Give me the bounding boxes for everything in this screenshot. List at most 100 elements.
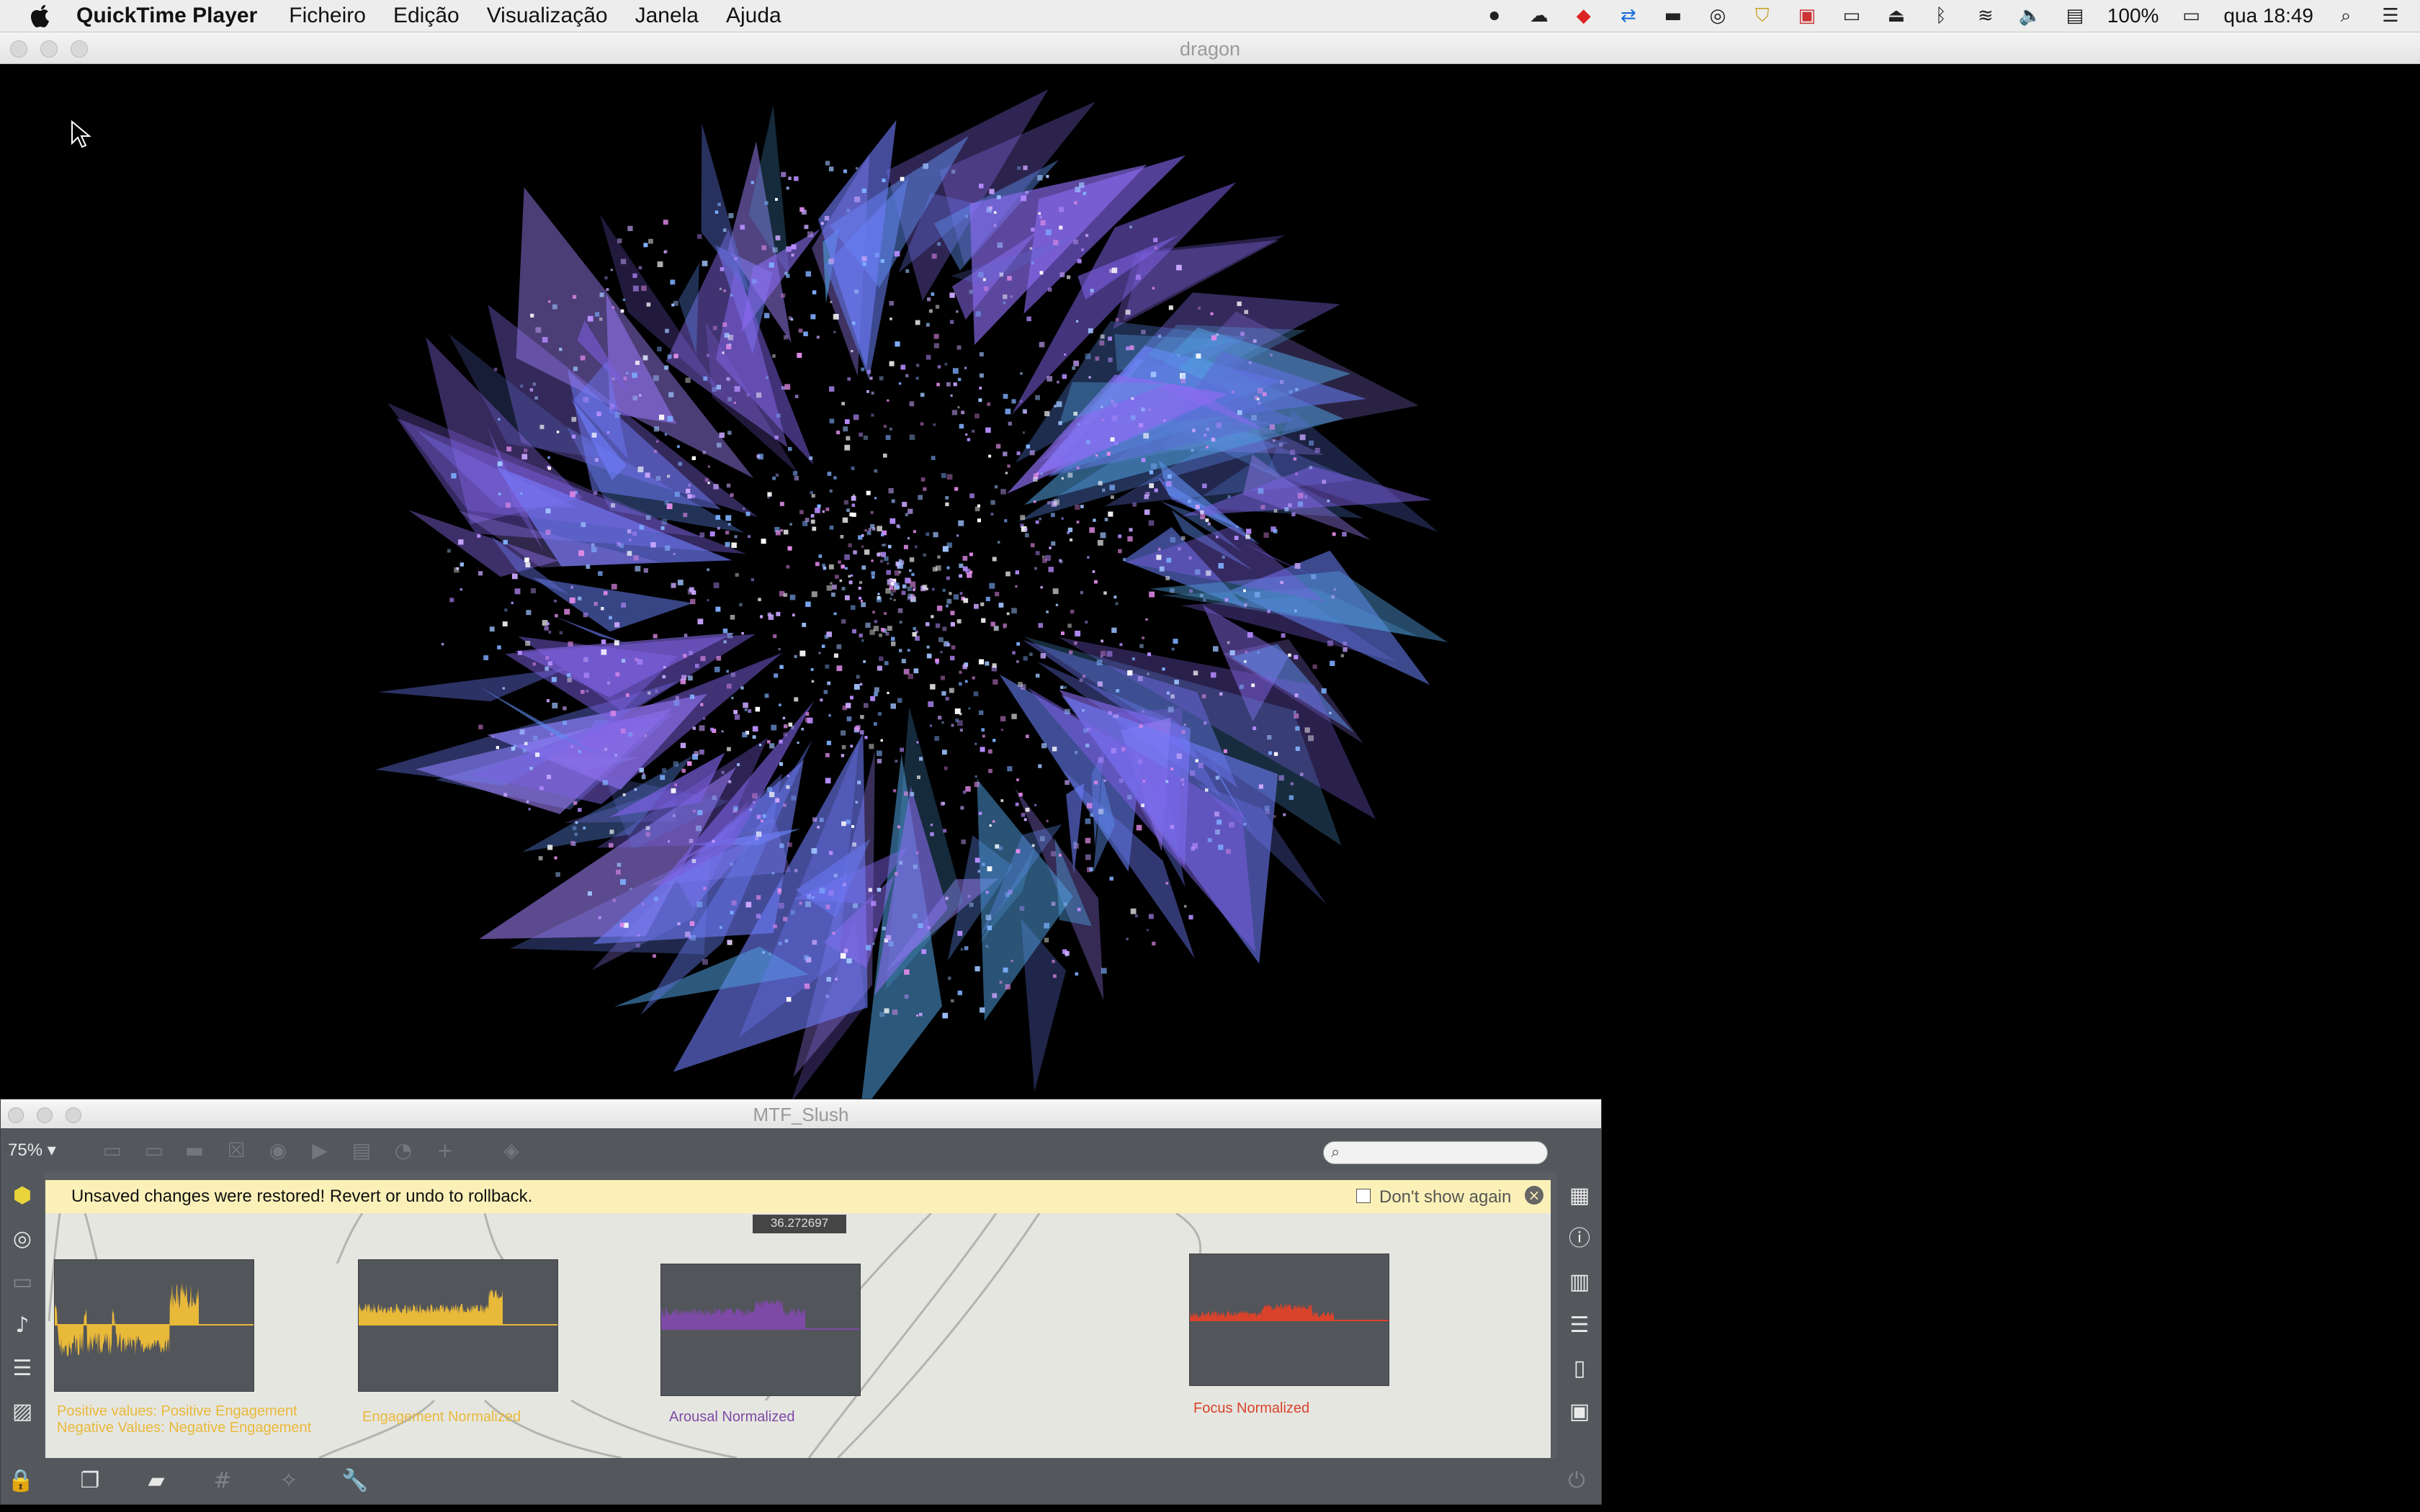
patcher-window: MTF_Slush 75% ▾ ▭ ▭ ▬ ☒ ◉ ▶ ▤ ◔ + ◈ ⌕ ⬢ …: [0, 1099, 1602, 1505]
new-object-icon[interactable]: ▭: [100, 1138, 125, 1163]
particle: [904, 994, 909, 999]
particle: [1245, 651, 1247, 654]
particle: [897, 825, 900, 829]
target-icon[interactable]: ◎: [8, 1225, 37, 1254]
playlist-icon[interactable]: ☰: [8, 1354, 37, 1383]
close-notice-icon[interactable]: ×: [1525, 1186, 1543, 1205]
menu-ficheiro[interactable]: Ficheiro: [289, 4, 366, 28]
battery-bar-icon[interactable]: ▬: [1661, 5, 1685, 27]
spotlight-search-icon[interactable]: ⌕: [2334, 5, 2358, 27]
airplay-icon[interactable]: ⏏: [1884, 5, 1909, 27]
add-object-icon[interactable]: +: [433, 1138, 457, 1163]
particle: [989, 824, 992, 827]
particle: [761, 539, 766, 544]
zoom-dropdown[interactable]: 75% ▾: [8, 1140, 56, 1161]
shield-icon[interactable]: ⛉: [1750, 5, 1775, 27]
magic-wand-icon[interactable]: ✧: [274, 1467, 303, 1495]
scope-engagement-signed[interactable]: [54, 1259, 254, 1392]
video-frame[interactable]: [0, 64, 2420, 1099]
message-box-icon[interactable]: ▭: [142, 1138, 166, 1163]
particle: [653, 954, 656, 958]
lock-icon[interactable]: 🔒: [6, 1467, 35, 1495]
wifi-icon[interactable]: ≋: [1973, 5, 1998, 27]
screen-icon[interactable]: ▭: [1839, 5, 1864, 27]
slider-icon[interactable]: ▤: [349, 1138, 374, 1163]
comment-bubble-icon[interactable]: ▰: [142, 1467, 171, 1495]
dont-show-checkbox[interactable]: [1356, 1189, 1371, 1203]
scope-engagement-normalized[interactable]: [358, 1259, 558, 1392]
particle: [861, 188, 866, 193]
wrench-icon[interactable]: 🔧: [341, 1467, 369, 1495]
particle: [1237, 410, 1242, 415]
music-note-icon[interactable]: ♪: [8, 1311, 37, 1340]
info-icon[interactable]: ⓘ: [1565, 1225, 1594, 1254]
particle: [1109, 876, 1113, 881]
clock[interactable]: qua 18:49: [2223, 4, 2313, 27]
value-hint: 36.272697: [753, 1215, 846, 1233]
bluetooth-icon[interactable]: ᛒ: [1929, 5, 1953, 27]
particle: [639, 525, 644, 530]
particle: [1074, 201, 1077, 204]
apple-icon[interactable]: [26, 1, 55, 30]
notification-center-icon[interactable]: ☰: [2378, 5, 2403, 27]
scope-arousal-normalized[interactable]: [660, 1264, 861, 1396]
device-icon[interactable]: ▭: [8, 1268, 37, 1297]
image-icon[interactable]: ▨: [8, 1398, 37, 1426]
creative-cloud-icon[interactable]: ◎: [1706, 5, 1730, 27]
particle: [1248, 361, 1252, 364]
vpn-icon[interactable]: ▣: [1795, 5, 1819, 27]
grid-snap-icon[interactable]: #: [208, 1467, 237, 1495]
dial-icon[interactable]: ◔: [391, 1138, 416, 1163]
menu-visualizacao[interactable]: Visualização: [487, 4, 608, 28]
paint-bucket-icon[interactable]: ◈: [499, 1138, 524, 1163]
grid-icon[interactable]: ▦: [1565, 1182, 1594, 1210]
battery-percent[interactable]: 100%: [2107, 4, 2159, 27]
particle: [531, 588, 536, 593]
comment-icon[interactable]: ▬: [182, 1138, 207, 1163]
reference-icon[interactable]: ▥: [1565, 1268, 1594, 1297]
teamviewer-icon[interactable]: ⇄: [1616, 5, 1641, 27]
number-box-icon[interactable]: ▶: [308, 1138, 332, 1163]
search-input[interactable]: ⌕: [1323, 1141, 1548, 1164]
menu-edicao[interactable]: Edição: [393, 4, 460, 28]
menu-janela[interactable]: Janela: [635, 4, 699, 28]
patcher-canvas[interactable]: 36.272697 Positive values: Positive Enga…: [45, 1213, 1551, 1458]
particle: [1000, 489, 1006, 495]
particle: [696, 234, 702, 239]
diamond-icon[interactable]: ◆: [1572, 5, 1596, 27]
particle: [1096, 660, 1103, 666]
particle: [1150, 372, 1157, 377]
package-icon[interactable]: ⬢: [8, 1182, 37, 1210]
particle: [908, 673, 913, 680]
particle: [985, 596, 990, 601]
battery-icon[interactable]: ▭: [2179, 5, 2203, 27]
particle: [833, 873, 838, 878]
particle: [810, 519, 815, 524]
list-icon[interactable]: ☰: [1565, 1311, 1594, 1340]
particle: [851, 467, 855, 470]
particle: [892, 1009, 898, 1015]
snapshot-icon[interactable]: ▣: [1565, 1398, 1594, 1426]
particle: [1116, 689, 1119, 693]
volume-icon[interactable]: 🔈: [2018, 5, 2043, 27]
particle: [712, 387, 717, 392]
particle: [1215, 775, 1219, 780]
cloud-upload-icon[interactable]: ☁: [1527, 5, 1551, 27]
app-menu[interactable]: QuickTime Player: [76, 4, 257, 28]
power-icon[interactable]: ⏻: [1562, 1467, 1591, 1495]
dont-show-label[interactable]: Don't show again: [1379, 1187, 1511, 1207]
presentation-icon[interactable]: ❐: [76, 1467, 104, 1495]
particle: [675, 696, 679, 700]
particle: [655, 476, 661, 481]
record-icon[interactable]: ⏺: [1482, 5, 1507, 27]
book-icon[interactable]: ▯: [1565, 1354, 1594, 1383]
scope-focus-normalized[interactable]: [1189, 1254, 1389, 1386]
toggle-icon[interactable]: ☒: [224, 1138, 248, 1163]
button-object-icon[interactable]: ◉: [266, 1138, 290, 1163]
particle: [852, 513, 856, 517]
particle: [870, 696, 876, 701]
particle: [987, 749, 992, 754]
menu-ajuda[interactable]: Ajuda: [726, 4, 781, 28]
waveform: [1190, 1303, 1334, 1320]
keyboard-icon[interactable]: ▤: [2063, 5, 2087, 27]
